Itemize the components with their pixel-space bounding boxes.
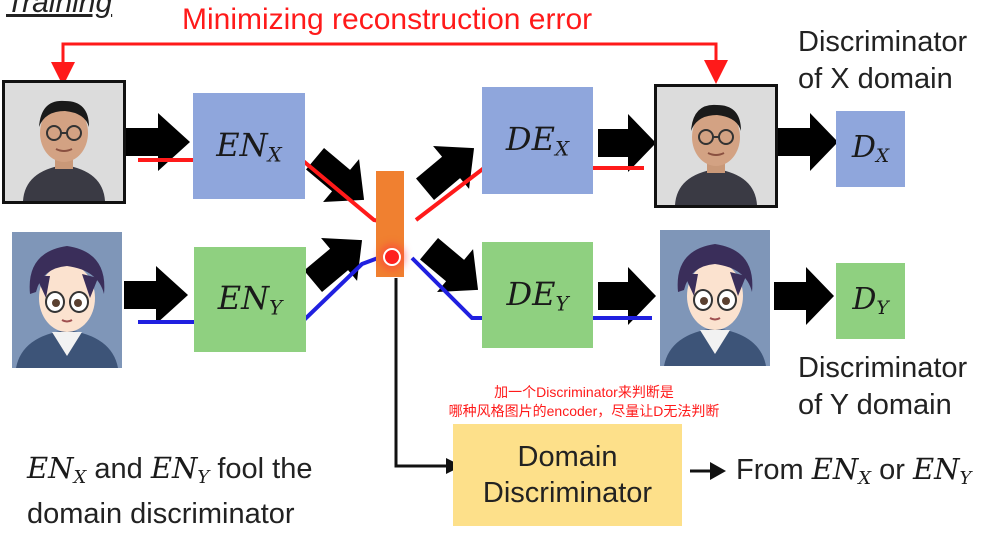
decoder-y-label: DEY: [506, 274, 569, 316]
discriminator-y-label: DY: [852, 282, 889, 320]
encoder-x: ENX: [193, 93, 305, 199]
decoder-x-label: DEX: [505, 120, 570, 161]
annotation-note: 加一个Discriminator来判断是 哪种风格图片的encoder，尽量让D…: [448, 384, 720, 419]
fool-discriminator-text: ENX and ENY fool the domain discriminato…: [27, 451, 313, 531]
encoder-y-label: ENY: [217, 279, 283, 320]
decoder-y: DEY: [482, 242, 593, 348]
discriminator-x-label: DX: [851, 130, 890, 168]
domain-discriminator: Domain Discriminator: [453, 424, 682, 526]
encoder-y: ENY: [194, 247, 306, 352]
discriminator-y-caption: Discriminator of Y domain: [798, 352, 968, 421]
discriminator-x: DX: [836, 111, 905, 187]
decoder-x: DEX: [482, 87, 593, 194]
latent-to-domain-line: [394, 278, 450, 468]
discriminator-x-caption: Discriminator of X domain: [798, 26, 968, 95]
latent-dot: [383, 248, 401, 266]
face-image-x-output: [654, 84, 778, 208]
anime-image-y-input: [12, 232, 122, 368]
discriminator-y: DY: [836, 263, 905, 339]
anime-image-y-output: [660, 230, 770, 366]
face-image-x-input: [2, 80, 126, 204]
encoder-x-label: ENX: [216, 125, 282, 167]
domain-output-text: From ENX or ENY: [736, 452, 972, 490]
reconstruction-bracket: [61, 42, 728, 84]
